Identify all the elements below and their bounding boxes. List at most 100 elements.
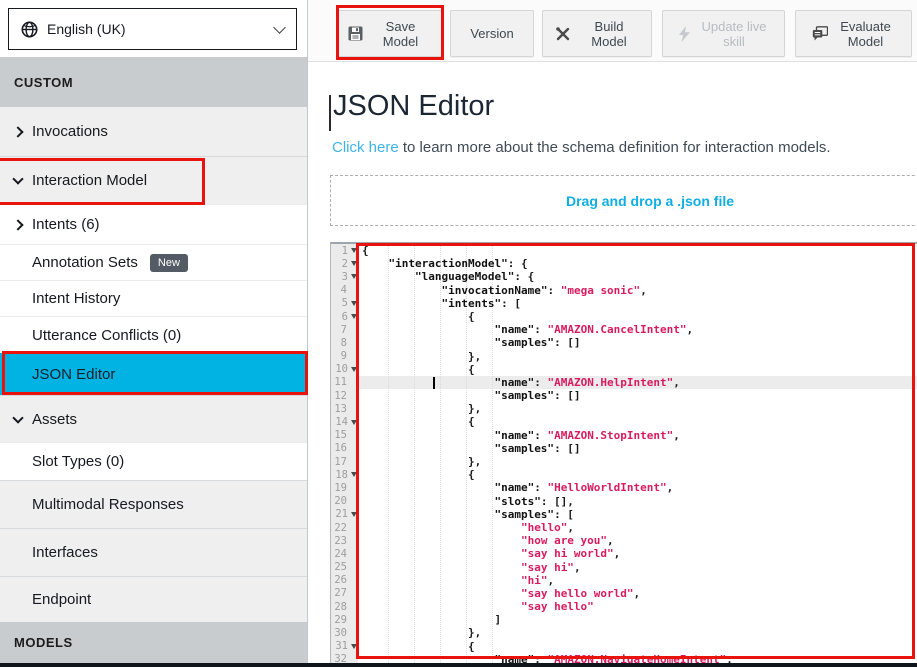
json-code-editor[interactable]: 1234567891011121314151617181920212223242… — [330, 242, 917, 667]
gutter-line-3[interactable]: 3 — [331, 270, 358, 283]
chat-icon — [812, 26, 828, 41]
chevron-down-icon — [12, 412, 23, 423]
code-line-28[interactable]: "say hello" — [358, 600, 917, 613]
code-line-13[interactable]: }, — [358, 402, 917, 415]
code-line-2[interactable]: "interactionModel": { — [358, 257, 917, 270]
gutter-line-21[interactable]: 21 — [331, 508, 358, 521]
code-line-14[interactable]: { — [358, 415, 917, 428]
version-button[interactable]: Version — [450, 10, 534, 57]
code-line-26[interactable]: "hi", — [358, 574, 917, 587]
gutter-line-17: 17 — [331, 455, 358, 468]
sidebar-item-label: Interaction Model — [32, 172, 147, 189]
evaluate-model-button[interactable]: Evaluate Model — [795, 10, 912, 57]
gutter-line-31[interactable]: 31 — [331, 640, 358, 653]
code-line-19[interactable]: "name": "HelloWorldIntent", — [358, 481, 917, 494]
gutter-line-18[interactable]: 18 — [331, 468, 358, 481]
editor-code[interactable]: { "interactionModel": { "languageModel":… — [358, 244, 917, 667]
gutter-line-30: 30 — [331, 626, 358, 639]
code-line-3[interactable]: "languageModel": { — [358, 270, 917, 283]
code-line-23[interactable]: "how are you", — [358, 534, 917, 547]
code-line-24[interactable]: "say hi world", — [358, 547, 917, 560]
fold-arrow-icon[interactable] — [351, 248, 357, 253]
gutter-line-5[interactable]: 5 — [331, 297, 358, 310]
code-line-7[interactable]: "name": "AMAZON.CancelIntent", — [358, 323, 917, 336]
code-line-6[interactable]: { — [358, 310, 917, 323]
code-line-31[interactable]: { — [358, 640, 917, 653]
fold-arrow-icon[interactable] — [351, 261, 357, 266]
fold-arrow-icon[interactable] — [351, 301, 357, 306]
code-line-25[interactable]: "say hi", — [358, 561, 917, 574]
sidebar-item-label: Intents (6) — [32, 216, 100, 233]
sidebar-item-utterance-conflicts[interactable]: Utterance Conflicts (0) — [0, 316, 307, 353]
code-line-16[interactable]: "samples": [] — [358, 442, 917, 455]
gutter-line-1[interactable]: 1 — [331, 244, 358, 257]
gutter-line-16: 16 — [331, 442, 358, 455]
sidebar-item-label: Utterance Conflicts (0) — [32, 327, 181, 344]
sidebar-item-invocations[interactable]: Invocations — [0, 107, 307, 156]
gutter-line-7: 7 — [331, 323, 358, 336]
gutter-line-6[interactable]: 6 — [331, 310, 358, 323]
code-line-21[interactable]: "samples": [ — [358, 508, 917, 521]
gutter-line-12: 12 — [331, 389, 358, 402]
code-line-4[interactable]: "invocationName": "mega sonic", — [358, 284, 917, 297]
sidebar-item-assets[interactable]: Assets — [0, 395, 307, 442]
page-title: JSON Editor — [333, 90, 494, 123]
dropzone-label: Drag and drop a .json file — [566, 193, 734, 209]
code-line-5[interactable]: "intents": [ — [358, 297, 917, 310]
sidebar-item-label: Intent History — [32, 290, 120, 307]
code-line-1[interactable]: { — [358, 244, 917, 257]
click-here-link[interactable]: Click here — [332, 139, 399, 156]
language-selector-label: English (UK) — [47, 21, 275, 37]
update-live-skill-button[interactable]: Update live skill — [662, 10, 785, 57]
lightning-icon — [678, 26, 691, 42]
fold-arrow-icon[interactable] — [351, 420, 357, 425]
sidebar-item-label: JSON Editor — [32, 366, 115, 383]
gutter-line-2[interactable]: 2 — [331, 257, 358, 270]
editor-gutter[interactable]: 1234567891011121314151617181920212223242… — [331, 244, 358, 667]
gutter-line-25: 25 — [331, 561, 358, 574]
language-selector[interactable]: English (UK) — [8, 8, 297, 50]
code-line-11[interactable]: "name": "AMAZON.HelpIntent", — [358, 376, 917, 389]
sidebar-item-interaction-model[interactable]: Interaction Model — [0, 156, 307, 204]
save-model-button[interactable]: Save Model — [336, 10, 442, 57]
code-line-8[interactable]: "samples": [] — [358, 336, 917, 349]
fold-arrow-icon[interactable] — [351, 274, 357, 279]
gutter-line-10[interactable]: 10 — [331, 363, 358, 376]
sidebar-item-multimodal-responses[interactable]: Multimodal Responses — [0, 480, 307, 528]
code-line-18[interactable]: { — [358, 468, 917, 481]
sidebar-item-intent-history[interactable]: Intent History — [0, 280, 307, 316]
chevron-right-icon — [12, 219, 23, 230]
new-badge: New — [150, 254, 188, 272]
sidebar-item-endpoint[interactable]: Endpoint — [0, 576, 307, 622]
schema-help-text: Click here to learn more about the schem… — [332, 139, 831, 156]
code-line-17[interactable]: }, — [358, 455, 917, 468]
gutter-line-26: 26 — [331, 574, 358, 587]
code-line-9[interactable]: }, — [358, 350, 917, 363]
sidebar-item-json-editor[interactable]: JSON Editor — [0, 353, 307, 395]
code-line-30[interactable]: }, — [358, 626, 917, 639]
fold-arrow-icon[interactable] — [351, 314, 357, 319]
code-line-12[interactable]: "samples": [] — [358, 389, 917, 402]
code-line-29[interactable]: ] — [358, 613, 917, 626]
json-dropzone[interactable]: Drag and drop a .json file — [330, 175, 917, 226]
code-line-15[interactable]: "name": "AMAZON.StopIntent", — [358, 429, 917, 442]
gutter-line-22: 22 — [331, 521, 358, 534]
fold-arrow-icon[interactable] — [351, 367, 357, 372]
toolbar: Save Model Version Build Model Update li… — [308, 0, 917, 62]
code-line-27[interactable]: "say hello world", — [358, 587, 917, 600]
build-tools-icon — [555, 26, 571, 42]
sidebar-item-annotation-sets[interactable]: Annotation Sets New — [0, 244, 307, 280]
gutter-line-14[interactable]: 14 — [331, 415, 358, 428]
code-line-22[interactable]: "hello", — [358, 521, 917, 534]
code-line-20[interactable]: "slots": [], — [358, 495, 917, 508]
fold-arrow-icon[interactable] — [351, 472, 357, 477]
sidebar-item-slot-types[interactable]: Slot Types (0) — [0, 442, 307, 480]
globe-icon — [21, 21, 38, 38]
code-line-10[interactable]: { — [358, 363, 917, 376]
fold-arrow-icon[interactable] — [351, 512, 357, 517]
build-model-button[interactable]: Build Model — [542, 10, 652, 57]
sidebar-item-intents[interactable]: Intents (6) — [0, 204, 307, 244]
sidebar-item-interfaces[interactable]: Interfaces — [0, 528, 307, 576]
gutter-line-13: 13 — [331, 402, 358, 415]
fold-arrow-icon[interactable] — [351, 644, 357, 649]
